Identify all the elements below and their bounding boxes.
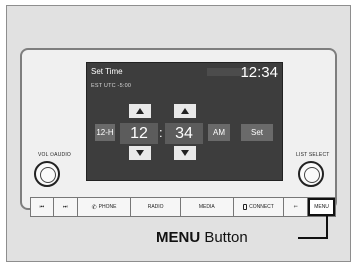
minute-up-button[interactable] (174, 104, 196, 118)
down-arrow-icon (136, 150, 144, 156)
phone-icon: ✆ (91, 204, 97, 211)
phone-button-label: PHONE (98, 204, 117, 210)
volume-knob-label: VOL ⏻AUDIO (38, 152, 71, 158)
screen-title: Set Time (91, 67, 123, 76)
selector-knob-label: LIST SELECT (296, 152, 330, 158)
phone-button[interactable]: ✆ PHONE (78, 198, 132, 216)
hour-up-button[interactable] (129, 104, 151, 118)
radio-button-label: RADIO (147, 204, 164, 210)
skip-back-icon: ⏮ (39, 204, 45, 210)
volume-knob[interactable] (34, 161, 60, 187)
down-arrow-icon (181, 150, 189, 156)
back-button[interactable]: ⇐ (284, 198, 309, 216)
format-12h-button[interactable]: 12-H (95, 124, 115, 141)
back-arrow-icon: ⇐ (293, 204, 298, 210)
callout-bold-text: MENU (156, 229, 201, 246)
up-arrow-icon (136, 108, 144, 114)
hardware-button-row: ⏮ ⏭ ✆ PHONE RADIO MEDIA CONNECT ⇐ MENU (30, 197, 336, 217)
callout-leader-vertical (326, 216, 328, 239)
time-separator: : (159, 125, 163, 140)
menu-button-callout: MENU Button (156, 229, 248, 246)
hour-down-button[interactable] (129, 146, 151, 160)
timezone-text: EST UTC -5:00 (91, 83, 132, 89)
skip-back-button[interactable]: ⏮ (31, 198, 54, 216)
minute-down-button[interactable] (174, 146, 196, 160)
menu-button[interactable]: MENU (308, 198, 335, 216)
callout-text: Button (200, 229, 248, 246)
callout-leader-horizontal (298, 237, 328, 239)
media-button[interactable]: MEDIA (181, 198, 234, 216)
minute-field: 34 (165, 123, 203, 144)
skip-forward-button[interactable]: ⏭ (54, 198, 78, 216)
touch-screen: Set Time 12:34 EST UTC -5:00 (86, 62, 283, 181)
skip-forward-icon: ⏭ (63, 204, 68, 210)
connect-button-label: CONNECT (249, 204, 274, 210)
up-arrow-icon (181, 108, 189, 114)
ampm-button[interactable]: AM (208, 124, 230, 141)
selector-knob[interactable] (298, 161, 324, 187)
smartphone-icon (243, 204, 248, 210)
clock-display: 12:34 (240, 64, 278, 81)
media-button-label: MEDIA (198, 204, 215, 210)
radio-button[interactable]: RADIO (131, 198, 181, 216)
hour-field: 12 (120, 123, 158, 144)
set-button[interactable]: Set (241, 124, 273, 141)
connect-button[interactable]: CONNECT (234, 198, 285, 216)
menu-button-label: MENU (314, 204, 329, 210)
